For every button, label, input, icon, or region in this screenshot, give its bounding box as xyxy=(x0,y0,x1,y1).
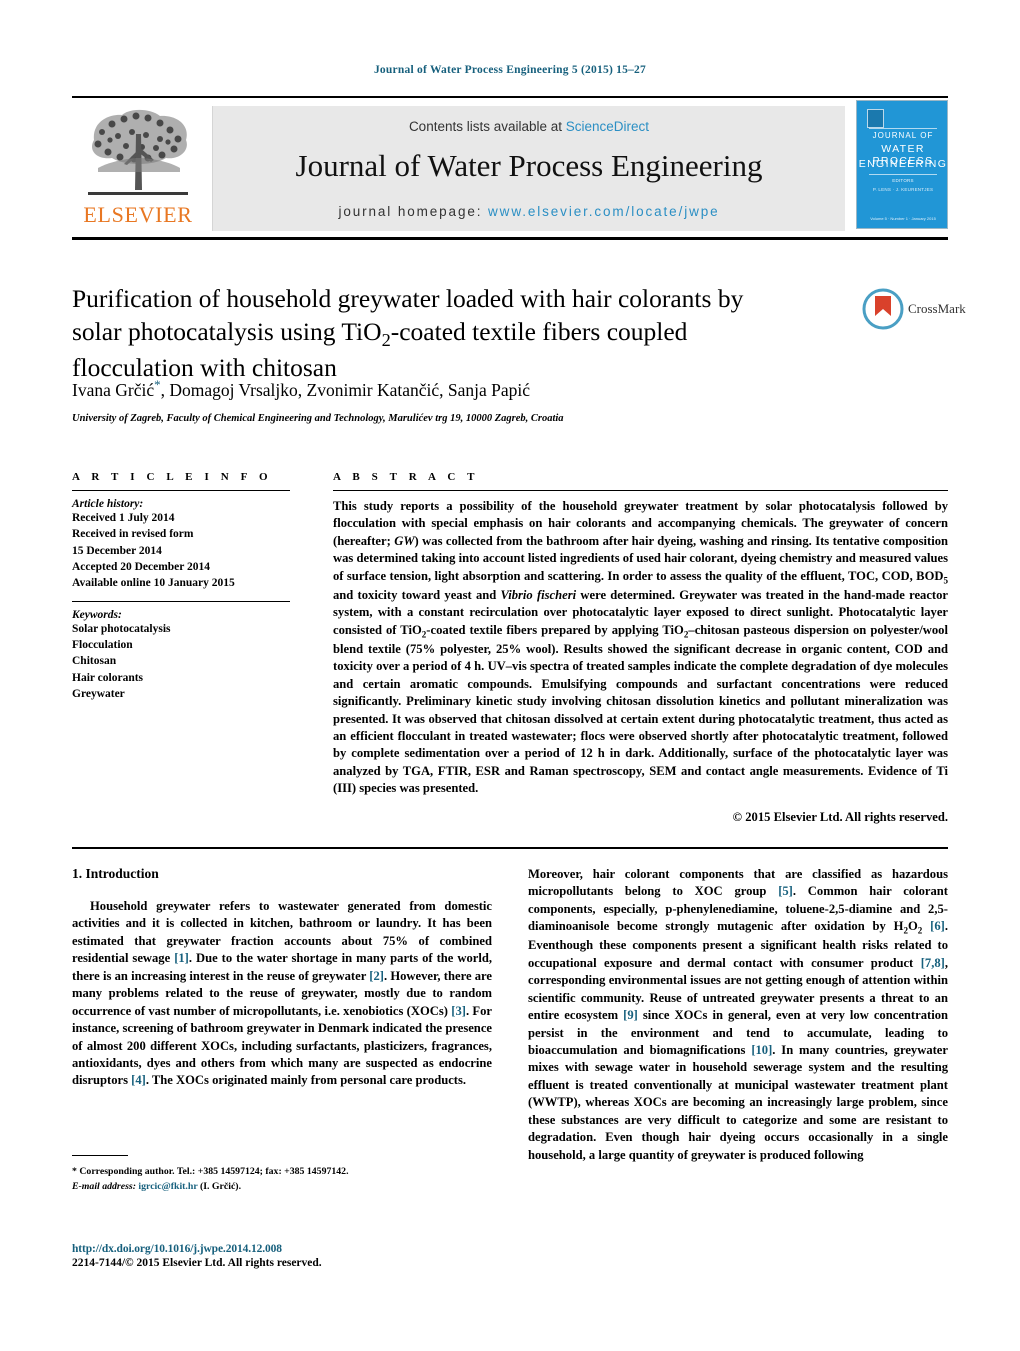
section-heading-introduction: 1. Introduction xyxy=(72,866,159,881)
journal-emblem-icon xyxy=(867,109,884,128)
history-accepted: Accepted 20 December 2014 xyxy=(72,560,211,573)
journal-article-page: Journal of Water Process Engineering 5 (… xyxy=(0,0,1020,1351)
keywords-label: Keywords: xyxy=(72,608,122,621)
journal-homepage-line: journal homepage: www.elsevier.com/locat… xyxy=(213,204,845,219)
cover-line-3: ENGINEERING xyxy=(858,158,948,170)
intro-paragraph-right: Moreover, hair colorant components that … xyxy=(528,866,948,1164)
keyword-item: Greywater xyxy=(72,687,125,700)
title-line-2a: solar photocatalysis using TiO xyxy=(72,316,382,346)
article-history-label: Article history: xyxy=(72,498,144,510)
keywords-rule xyxy=(72,600,290,602)
corresponding-author-footnote: * Corresponding author. Tel.: +385 14597… xyxy=(72,1155,492,1194)
masthead-top-rule xyxy=(72,96,948,98)
footnote-rule xyxy=(72,1155,128,1156)
abstract-bottom-rule xyxy=(72,847,948,849)
sciencedirect-link[interactable]: ScienceDirect xyxy=(566,119,649,134)
masthead-bottom-rule xyxy=(72,237,948,240)
citation-ref-4[interactable]: [4] xyxy=(131,1073,146,1087)
journal-banner: Contents lists available at ScienceDirec… xyxy=(212,106,845,231)
history-received: Received 1 July 2014 xyxy=(72,512,175,524)
history-online: Available online 10 January 2015 xyxy=(72,577,235,590)
issn-copyright-line: 2214-7144/© 2015 Elsevier Ltd. All right… xyxy=(72,1257,322,1269)
journal-title: Journal of Water Process Engineering xyxy=(295,148,763,183)
keyword-item: Solar photocatalysis xyxy=(72,622,171,635)
elsevier-wordmark: ELSEVIER xyxy=(83,202,193,227)
email-owner: (I. Grčić). xyxy=(197,1180,242,1192)
citation-ref-2[interactable]: [2] xyxy=(369,969,384,983)
intro-right-seg-3: O xyxy=(908,919,918,934)
body-right-column: Moreover, hair colorant components that … xyxy=(528,866,948,1164)
title-line-1: Purification of household greywater load… xyxy=(72,284,744,313)
journal-homepage-link[interactable]: www.elsevier.com/locate/jwpe xyxy=(488,204,720,219)
intro-right-space xyxy=(922,919,930,933)
cover-line-1: JOURNAL OF xyxy=(872,131,934,140)
abstract-gw-italic: GW xyxy=(394,533,415,548)
author-rest[interactable]: , Domagoj Vrsaljko, Zvonimir Katančić, S… xyxy=(161,380,530,400)
journal-cover-thumbnail[interactable]: JOURNAL OF WATER PROCESS ENGINEERING EDI… xyxy=(856,100,948,229)
abstract-vibrio-italic: Vibrio fischeri xyxy=(500,587,577,602)
footnote-email-line: E-mail address: igrcic@fkit.hr (I. Grčić… xyxy=(72,1180,492,1195)
cover-editors-label: EDITORS xyxy=(892,178,914,183)
keyword-item: Hair colorants xyxy=(72,671,144,684)
crossmark-label: CrossMark xyxy=(908,301,966,316)
article-info-column: A R T I C L E I N F O Article history: R… xyxy=(72,471,290,702)
crossmark-badge[interactable]: CrossMark xyxy=(862,288,966,332)
homepage-prefix: journal homepage: xyxy=(338,204,489,219)
abstract-seg-2: ) was collected from the bathroom after … xyxy=(333,533,949,583)
history-revised-label: Received in revised form xyxy=(72,528,194,541)
cover-divider-bottom xyxy=(869,174,937,175)
abstract-seg-5: -coated textile fibers prepared by apply… xyxy=(426,622,684,637)
history-revised-date: 15 December 2014 xyxy=(72,544,162,557)
page-title: Purification of household greywater load… xyxy=(72,283,832,385)
article-info-heading: A R T I C L E I N F O xyxy=(72,471,273,483)
keyword-item: Chitosan xyxy=(72,655,117,668)
doi-link[interactable]: http://dx.doi.org/10.1016/j.jwpe.2014.12… xyxy=(72,1243,502,1255)
abstract-seg-3: and toxicity toward yeast and xyxy=(333,587,501,602)
journal-masthead: ELSEVIER Contents lists available at Sci… xyxy=(72,96,948,240)
author-list: Ivana Grčić*, Domagoj Vrsaljko, Zvonimir… xyxy=(72,377,852,401)
abstract-copyright: © 2015 Elsevier Ltd. All rights reserved… xyxy=(732,809,948,824)
title-tio2-subscript: 2 xyxy=(381,329,391,350)
abstract-rule xyxy=(333,490,948,491)
citation-ref-7-8[interactable]: [7,8] xyxy=(921,956,945,970)
contents-available-line: Contents lists available at ScienceDirec… xyxy=(213,119,845,134)
author-first[interactable]: Ivana Grčić xyxy=(72,380,154,400)
affiliation: University of Zagreb, Faculty of Chemica… xyxy=(72,413,564,424)
citation-ref-6[interactable]: [6] xyxy=(930,919,945,933)
abstract-text: This study reports a possibility of the … xyxy=(333,498,948,798)
footnote-corresponding: * Corresponding author. Tel.: +385 14597… xyxy=(72,1166,349,1177)
abstract-seg-6: –chitosan pasteous dispersion on polyest… xyxy=(333,622,948,796)
cover-divider-top xyxy=(869,128,937,129)
intro-paragraph-left: Household greywater refers to wastewater… xyxy=(72,898,492,1090)
citation-ref-3[interactable]: [3] xyxy=(451,1004,466,1018)
citation-ref-1[interactable]: [1] xyxy=(174,951,189,965)
email-link[interactable]: igrcic@fkit.hr xyxy=(138,1181,197,1192)
elsevier-logo: ELSEVIER xyxy=(74,106,202,230)
intro-left-seg-5: . The XOCs originated mainly from person… xyxy=(145,1073,467,1088)
keyword-item: Flocculation xyxy=(72,638,133,651)
running-head: Journal of Water Process Engineering 5 (… xyxy=(373,64,647,76)
title-line-2b: -coated textile fibers coupled xyxy=(390,316,688,346)
crossmark-icon xyxy=(862,288,904,330)
citation-ref-10[interactable]: [10] xyxy=(751,1043,772,1057)
citation-ref-5[interactable]: [5] xyxy=(778,884,793,898)
footer-doi-block: http://dx.doi.org/10.1016/j.jwpe.2014.12… xyxy=(72,1243,502,1269)
citation-ref-9[interactable]: [9] xyxy=(623,1008,638,1022)
body-left-column: 1. Introduction Household greywater refe… xyxy=(72,866,492,1090)
article-info-rule xyxy=(72,490,290,491)
title-block: Purification of household greywater load… xyxy=(72,283,832,385)
elsevier-tree-icon xyxy=(88,109,188,195)
abstract-heading: A B S T R A C T xyxy=(333,471,480,483)
email-address-label: E-mail address: xyxy=(72,1180,136,1192)
abstract-column: A B S T R A C T This study reports a pos… xyxy=(333,471,948,825)
cover-footer: Volume 5 · Number 1 · January 2015 xyxy=(870,216,936,221)
cover-editors: P. LENS · J. KEURENTJES xyxy=(872,187,934,192)
intro-right-seg-7: . In many countries, greywater mixes wit… xyxy=(528,1043,948,1162)
contents-prefix: Contents lists available at xyxy=(408,119,566,134)
abstract-bod5-subscript: 5 xyxy=(943,575,948,586)
